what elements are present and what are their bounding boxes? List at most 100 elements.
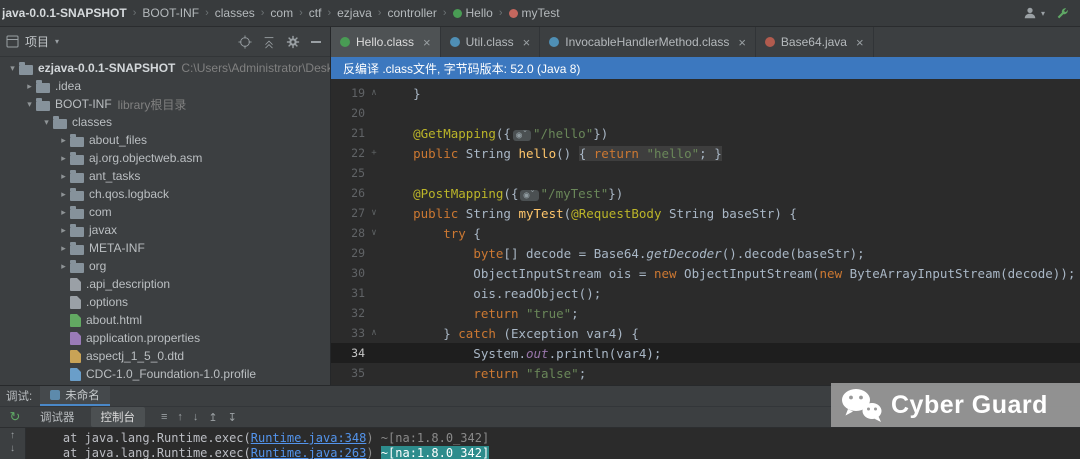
tree-item-ant_tasks[interactable]: ▸ ant_tasks — [0, 167, 330, 185]
tree-item-ezjava-0.0.1-SNAPSHOT[interactable]: ▾ ezjava-0.0.1-SNAPSHOT C:\Users\Administr… — [0, 59, 330, 77]
scroll-to-top-icon[interactable]: ↥ — [208, 411, 217, 424]
fold-marker[interactable]: ∧ — [365, 328, 383, 338]
tree-item-.options[interactable]: .options — [0, 293, 330, 311]
close-icon[interactable]: × — [856, 35, 864, 50]
code-editor[interactable]: 19 ∧ } 20 21 @GetMapping({◉ˇ "/hello"}) 22 + p… — [331, 79, 1080, 385]
tree-item-label: com — [89, 205, 112, 219]
code-line-25[interactable]: 25 — [331, 163, 1080, 183]
chevron-closed-icon[interactable]: ▸ — [23, 81, 36, 92]
fold-marker[interactable]: ∨ — [365, 228, 383, 238]
code-line-35[interactable]: 35 return "false"; — [331, 363, 1080, 383]
chevron-closed-icon[interactable]: ▸ — [57, 243, 70, 254]
code-line-32[interactable]: 32 return "true"; — [331, 303, 1080, 323]
collapse-all-icon[interactable] — [262, 35, 276, 49]
tree-item-org[interactable]: ▸ org — [0, 257, 330, 275]
breadcrumb-item-BOOT-INF[interactable]: BOOT-INF — [142, 6, 199, 20]
tree-item-.api_description[interactable]: .api_description — [0, 275, 330, 293]
code-line-29[interactable]: 29 byte[] decode = Base64.getDecoder().d… — [331, 243, 1080, 263]
code-line-22[interactable]: 22 + public String hello() { return "hell… — [331, 143, 1080, 163]
tree-item-application.properties[interactable]: application.properties — [0, 329, 330, 347]
tab-console[interactable]: 控制台 — [90, 407, 145, 427]
chevron-closed-icon[interactable]: ▸ — [57, 261, 70, 272]
next-frame-icon[interactable]: ↓ — [10, 443, 15, 454]
breadcrumb-item-java-0.0.1-SNAPSHOT[interactable]: java-0.0.1-SNAPSHOT — [2, 6, 127, 20]
tree-item-META-INF[interactable]: ▸ META-INF — [0, 239, 330, 257]
tree-item-.idea[interactable]: ▸ .idea — [0, 77, 330, 95]
chevron-down-icon[interactable]: ▾ — [1041, 9, 1045, 18]
fold-marker[interactable]: ∨ — [365, 208, 383, 218]
scroll-to-end-icon[interactable]: ↧ — [228, 411, 237, 424]
code-line-30[interactable]: 30 ObjectInputStream ois = new ObjectInp… — [331, 263, 1080, 283]
tree-item-classes[interactable]: ▾ classes — [0, 113, 330, 131]
breadcrumb-item-classes[interactable]: classes — [215, 6, 255, 20]
rerun-icon[interactable]: ↻ — [6, 409, 24, 425]
settings-gear-icon[interactable] — [286, 35, 300, 49]
editor-tab-Base64.java[interactable]: Base64.java × — [756, 27, 874, 57]
close-icon[interactable]: × — [423, 35, 431, 50]
breadcrumb-item-controller[interactable]: controller — [387, 6, 436, 20]
editor-tab-Hello.class[interactable]: Hello.class × — [331, 27, 441, 57]
tree-item-about_files[interactable]: ▸ about_files — [0, 131, 330, 149]
breadcrumb-item-com[interactable]: com — [270, 6, 293, 20]
tree-item-about.html[interactable]: about.html — [0, 311, 330, 329]
fold-marker[interactable]: ∧ — [365, 88, 383, 98]
stacktrace-link[interactable]: Runtime.java:263 — [251, 446, 367, 459]
code-line-34[interactable]: 34 System.out.println(var4); — [331, 343, 1080, 363]
wrench-icon[interactable] — [1055, 6, 1070, 21]
tree-item-CDC-1.0_Foundation-1.0.profile[interactable]: CDC-1.0_Foundation-1.0.profile — [0, 365, 330, 383]
prev-frame-icon[interactable]: ↑ — [10, 430, 15, 441]
tree-item-suffix: library根目录 — [117, 97, 187, 112]
chevron-closed-icon[interactable]: ▸ — [57, 189, 70, 200]
close-icon[interactable]: × — [523, 35, 531, 50]
arrow-up-icon[interactable]: ↑ — [177, 411, 183, 423]
chevron-closed-icon[interactable]: ▸ — [57, 135, 70, 146]
breadcrumb-item-Hello[interactable]: Hello — [452, 6, 493, 20]
tree-item-ch.qos.logback[interactable]: ▸ ch.qos.logback — [0, 185, 330, 203]
code-token: new — [653, 265, 677, 281]
code-token: out — [526, 345, 549, 361]
chevron-closed-icon[interactable]: ▸ — [57, 207, 70, 218]
tab-debugger[interactable]: 调试器 — [30, 407, 85, 427]
chevron-open-icon[interactable]: ▾ — [23, 99, 36, 110]
tree-item-BOOT-INF[interactable]: ▾ BOOT-INF library根目录 — [0, 95, 330, 113]
code-line-26[interactable]: 26 @PostMapping({◉ˇ "/myTest"}) — [331, 183, 1080, 203]
code-line-21[interactable]: 21 @GetMapping({◉ˇ "/hello"}) — [331, 123, 1080, 143]
chevron-open-icon[interactable]: ▾ — [40, 117, 53, 128]
hide-panel-icon[interactable] — [310, 36, 322, 48]
code-token: System. — [383, 345, 526, 361]
line-number: 27 — [351, 206, 365, 220]
code-line-27[interactable]: 27 ∨ public String myTest(@RequestBody St… — [331, 203, 1080, 223]
chevron-closed-icon[interactable]: ▸ — [57, 171, 70, 182]
chevron-closed-icon[interactable]: ▸ — [57, 153, 70, 164]
code-line-28[interactable]: 28 ∨ try { — [331, 223, 1080, 243]
breadcrumb-separator-icon: › — [260, 7, 265, 19]
user-icon[interactable] — [1023, 6, 1037, 20]
method-pink-icon — [508, 8, 518, 18]
code-line-31[interactable]: 31 ois.readObject(); — [331, 283, 1080, 303]
breadcrumb-item-ezjava[interactable]: ezjava — [337, 6, 372, 20]
fold-marker[interactable]: + — [365, 148, 383, 158]
project-panel-title[interactable]: 项目 — [25, 33, 49, 50]
tree-item-aspectj_1_5_0.dtd[interactable]: aspectj_1_5_0.dtd — [0, 347, 330, 365]
arrow-down-icon[interactable]: ↓ — [193, 411, 199, 423]
session-tab-unnamed[interactable]: 未命名 — [40, 386, 110, 406]
editor-tab-InvocableHandlerMethod.class[interactable]: InvocableHandlerMethod.class × — [540, 27, 756, 57]
console-side-toolbar: ↑ ↓ — [0, 428, 26, 459]
tree-item-aj.org.objectweb.asm[interactable]: ▸ aj.org.objectweb.asm — [0, 149, 330, 167]
breadcrumb-item-myTest[interactable]: myTest — [508, 6, 560, 20]
code-line-33[interactable]: 33 ∧ } catch (Exception var4) { — [331, 323, 1080, 343]
menu-icon[interactable]: ≡ — [161, 411, 167, 423]
chevron-down-icon[interactable]: ▾ — [55, 37, 59, 46]
locate-file-icon[interactable] — [238, 34, 252, 49]
editor-tab-Util.class[interactable]: Util.class × — [441, 27, 541, 57]
tree-item-javax[interactable]: ▸ javax — [0, 221, 330, 239]
code-line-19[interactable]: 19 ∧ } — [331, 83, 1080, 103]
console-output[interactable]: at java.lang.Runtime.exec(Runtime.java:3… — [26, 428, 1080, 459]
tree-item-com[interactable]: ▸ com — [0, 203, 330, 221]
chevron-closed-icon[interactable]: ▸ — [57, 225, 70, 236]
stacktrace-link[interactable]: Runtime.java:348 — [251, 431, 367, 445]
chevron-open-icon[interactable]: ▾ — [6, 63, 19, 74]
breadcrumb-item-ctf[interactable]: ctf — [309, 6, 322, 20]
close-icon[interactable]: × — [738, 35, 746, 50]
code-line-20[interactable]: 20 — [331, 103, 1080, 123]
